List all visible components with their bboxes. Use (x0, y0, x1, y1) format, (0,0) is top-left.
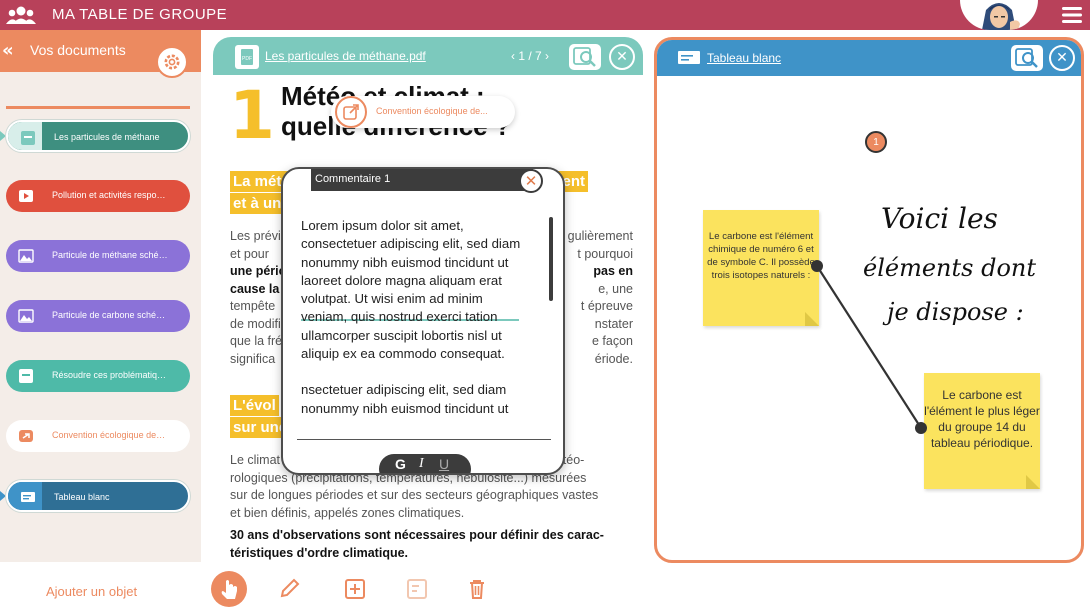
add-square-icon (345, 579, 365, 599)
comment-scrollbar[interactable] (549, 217, 553, 301)
sidebar-item-tableau-blanc[interactable]: Tableau blanc (6, 480, 190, 512)
whiteboard-pane[interactable]: Tableau blanc ✕ 1 Le carbone est l'éléme… (654, 37, 1084, 563)
document-title-link[interactable]: Les particules de méthane.pdf (265, 49, 426, 63)
chapter-number: 1 (229, 77, 275, 154)
sidebar-item-particules-methane[interactable]: Les particules de méthane (6, 120, 190, 152)
underline-button[interactable]: U (439, 456, 449, 472)
text-format-toolbar: G I U (379, 454, 471, 473)
close-icon: ✕ (524, 172, 538, 190)
handwriting-line: Voici les (881, 202, 998, 235)
link-icon (19, 430, 33, 442)
svg-text:PDF: PDF (242, 56, 252, 62)
avatar-icon (982, 3, 1020, 30)
app-root: MA TABLE DE GROUPE « Vos documents Les p… (0, 0, 1090, 612)
close-document-button[interactable]: ✕ (609, 44, 635, 70)
bold-button[interactable]: G (395, 456, 406, 472)
avatar[interactable] (960, 0, 1038, 30)
pencil-icon (280, 578, 300, 598)
zoom-icon (573, 47, 596, 67)
page-navigator[interactable]: ‹ 1 / 7 › (511, 49, 549, 63)
paragraph-line: 30 ans d'observations sont nécessaires p… (230, 528, 604, 542)
sidebar-item-label: Tableau blanc (54, 492, 110, 502)
trash-icon (470, 580, 484, 599)
comment-header: Commentaire 1 (311, 169, 533, 191)
zoom-button[interactable] (569, 44, 601, 70)
sidebar-item-label: Particule de méthane sché… (52, 250, 168, 260)
external-link-icon (343, 104, 359, 120)
add-object-button[interactable]: Ajouter un objet (0, 562, 201, 612)
collapse-icon[interactable]: « (2, 40, 14, 61)
comment-paragraph: Lorem ipsum dolor sit amet, consectetuer… (301, 218, 521, 362)
group-icon (6, 6, 36, 24)
menu-icon[interactable] (1062, 6, 1082, 24)
sidebar-item-pollution[interactable]: Pollution et activités respo… (6, 180, 190, 212)
paragraph-line: téristiques d'ordre climatique. (230, 545, 409, 560)
paragraph: 30 ans d'observations sont nécessaires p… (230, 527, 626, 562)
pen-tool-button[interactable] (271, 571, 307, 607)
section-heading-text: L'évol (233, 397, 276, 414)
add-object-label: Ajouter un objet (46, 584, 138, 599)
open-external-button[interactable] (335, 96, 367, 128)
hand-pointer-icon (221, 580, 237, 599)
document-toolbar: PDF Les particules de méthane.pdf ‹ 1 / … (213, 37, 643, 75)
sidebar-divider (6, 106, 190, 109)
comment-card[interactable]: Commentaire 1 ✕ Lorem ipsum dolor sit am… (281, 167, 565, 475)
sidebar-item-resoudre[interactable]: Résoudre ces problématiq… (6, 360, 190, 392)
convention-link-popup[interactable]: Convention écologique de... (331, 96, 515, 128)
image-icon (18, 309, 34, 323)
convention-popup-label: Convention écologique de... (376, 106, 488, 116)
pdf-icon (21, 131, 35, 145)
gear-icon (164, 54, 180, 70)
sidebar-item-label: Convention écologique de… (52, 430, 166, 440)
pdf-icon (19, 369, 33, 383)
edit-list-icon (407, 579, 427, 599)
page-indicator: 1 / 7 (518, 49, 542, 63)
section-heading: L'évol (230, 395, 279, 416)
connector-handle[interactable] (811, 260, 823, 272)
sidebar-item-label: Les particules de méthane (54, 132, 160, 142)
comment-text-area[interactable]: Lorem ipsum dolor sit amet, consectetuer… (301, 217, 531, 418)
edit-list-button[interactable] (399, 571, 435, 607)
sidebar-item-particule-carbone-schema[interactable]: Particule de carbone sché… (6, 300, 190, 332)
sidebar-item-particule-methane-schema[interactable]: Particule de méthane sché… (6, 240, 190, 272)
whiteboard-icon (21, 492, 35, 502)
select-tool-button[interactable] (211, 571, 247, 607)
close-comment-button[interactable]: ✕ (519, 169, 543, 193)
add-button[interactable] (337, 571, 373, 607)
connector-handle[interactable] (915, 422, 927, 434)
sidebar-item-label: Résoudre ces problématiq… (52, 370, 167, 380)
comment-title: Commentaire 1 (315, 173, 391, 185)
close-icon: ✕ (616, 49, 628, 65)
delete-button[interactable] (459, 571, 495, 607)
comment-paragraph: nsectetuer adipiscing elit, sed diam non… (301, 382, 509, 416)
top-bar: MA TABLE DE GROUPE (0, 0, 1090, 30)
paragraph-line: et bien définis, appelés zones climatiqu… (230, 505, 465, 520)
paragraph-line: sur de longues périodes et sur des secte… (230, 488, 599, 502)
sidebar-item-label: Pollution et activités respo… (52, 190, 166, 200)
image-icon (18, 249, 34, 263)
video-icon (19, 190, 33, 202)
bottom-toolbar (201, 569, 501, 612)
settings-button[interactable] (156, 46, 188, 78)
sidebar: « Vos documents Les particules de méthan… (0, 30, 201, 612)
sidebar-item-label: Particule de carbone sché… (52, 310, 166, 320)
handwriting-line: éléments dont (863, 254, 1036, 282)
sidebar-item-convention[interactable]: Convention écologique de… (6, 420, 190, 452)
sidebar-header: « Vos documents (0, 30, 201, 78)
next-page-icon[interactable]: › (542, 49, 549, 63)
comment-divider (297, 439, 551, 440)
app-title: MA TABLE DE GROUPE (52, 6, 228, 23)
pdf-icon: PDF (235, 45, 259, 69)
handwriting: Voici les éléments dont je dispose : (863, 202, 1036, 326)
italic-button[interactable]: I (419, 456, 424, 472)
sidebar-title: Vos documents (30, 42, 126, 58)
handwriting-line: je dispose : (882, 298, 1024, 326)
